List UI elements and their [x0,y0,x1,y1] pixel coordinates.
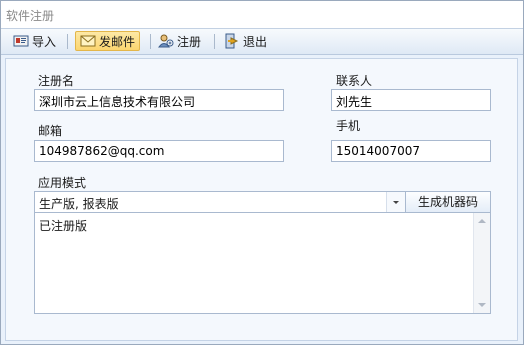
reg-name-label: 注册名 [38,74,75,88]
exit-button[interactable]: 退出 [220,31,271,51]
import-button[interactable]: 导入 [9,31,60,51]
toolbar-separator [150,34,151,49]
register-label: 注册 [177,34,202,49]
app-mode-value: 生产版, 报表版 [39,197,119,211]
contact-label: 联系人 [336,74,373,88]
register-button[interactable]: 注册 [154,31,205,51]
toolbar-separator [67,34,68,49]
reg-name-input[interactable]: 深圳市云上信息技术有限公司 [34,89,284,111]
scroll-up-icon[interactable] [478,219,486,223]
send-mail-label: 发邮件 [99,34,136,49]
title-bar: 软件注册 [1,1,523,29]
vertical-scrollbar[interactable] [473,213,490,313]
toolbar: 导入 发邮件 注册 退出 [1,29,523,55]
registration-form: 注册名 深圳市云上信息技术有限公司 联系人 刘先生 邮箱 104987862@q… [5,58,518,341]
exit-icon [224,33,240,49]
status-memo[interactable]: 已注册版 [34,212,491,314]
contact-input[interactable]: 刘先生 [331,89,491,111]
app-mode-label: 应用模式 [38,176,87,190]
phone-input[interactable]: 15014007007 [331,140,491,162]
registration-window: 软件注册 导入 发邮件 注册 退出 注册名 深圳市云上信息技术有限公司 联系人 … [0,0,524,345]
import-label: 导入 [32,34,57,49]
send-mail-button[interactable]: 发邮件 [75,31,141,51]
import-icon [13,33,29,49]
email-label: 邮箱 [38,124,63,138]
app-mode-select[interactable]: 生产版, 报表版 [34,191,406,213]
register-icon [158,33,174,49]
window-title: 软件注册 [6,9,55,23]
chevron-down-icon[interactable] [386,192,405,212]
generate-machine-code-button[interactable]: 生成机器码 [405,191,491,213]
email-input[interactable]: 104987862@qq.com [34,140,284,162]
exit-label: 退出 [243,34,268,49]
phone-label: 手机 [336,119,361,133]
mail-icon [80,33,96,49]
status-text: 已注册版 [39,219,88,233]
toolbar-separator [214,34,215,49]
scroll-down-icon[interactable] [478,303,486,307]
